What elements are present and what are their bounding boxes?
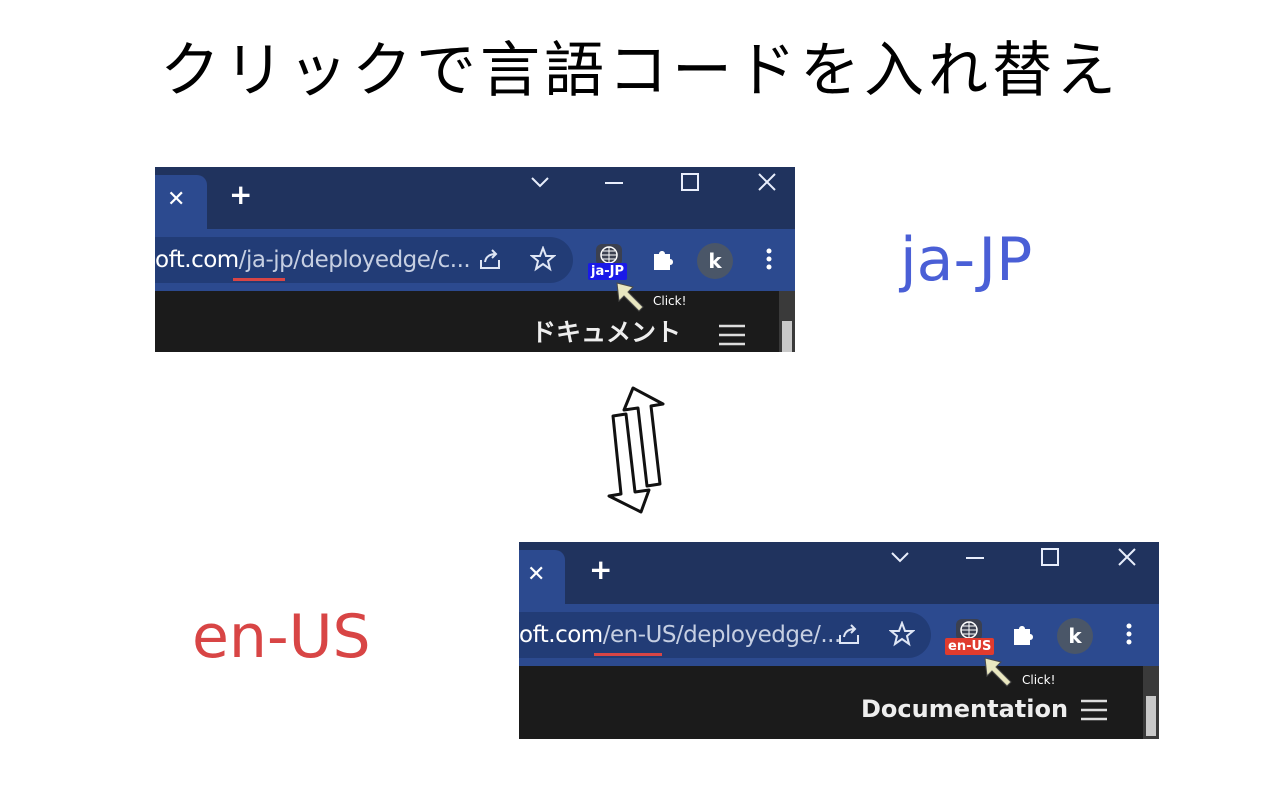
page-title: クリックで言語コードを入れ替え — [160, 36, 1120, 106]
maximize-icon[interactable] — [1039, 546, 1061, 568]
chevron-down-icon[interactable] — [889, 546, 911, 568]
maximize-icon[interactable] — [679, 171, 701, 193]
kebab-menu-icon[interactable] — [1119, 621, 1139, 647]
language-label-ja: ja-JP — [900, 225, 1033, 295]
close-icon[interactable] — [1116, 546, 1138, 568]
puzzle-icon[interactable] — [650, 246, 676, 272]
page-content: ドキュメント — [155, 291, 795, 352]
url-path: /ja-jp/deployedge/c... — [238, 247, 471, 273]
avatar[interactable]: k — [1057, 618, 1093, 654]
tab-strip: ✕ + — [519, 542, 1159, 604]
mouse-cursor-icon — [616, 282, 644, 312]
active-tab[interactable]: ✕ — [155, 175, 207, 229]
new-tab-button[interactable]: + — [589, 556, 612, 584]
browser-screenshot-ja: ✕ + oft.com/ja-jp/deployedge/c... ja-JP … — [155, 167, 795, 352]
language-badge[interactable]: en-US — [945, 638, 995, 655]
scrollbar[interactable] — [779, 291, 795, 352]
url-path: /en-US/deployedge/... — [602, 622, 842, 648]
url-host: oft.com — [519, 622, 603, 648]
mouse-cursor-icon — [984, 657, 1012, 687]
star-icon[interactable] — [889, 621, 915, 647]
chevron-down-icon[interactable] — [529, 171, 551, 193]
new-tab-button[interactable]: + — [229, 181, 252, 209]
tab-close-icon[interactable]: ✕ — [527, 564, 545, 586]
browser-screenshot-en: ✕ + oft.com/en-US/deployedge/... en-US k… — [519, 542, 1159, 739]
star-icon[interactable] — [530, 246, 556, 272]
tab-strip: ✕ + — [155, 167, 795, 229]
swap-arrows-icon — [607, 386, 665, 514]
share-icon[interactable] — [477, 246, 503, 272]
kebab-menu-icon[interactable] — [759, 246, 779, 272]
click-hint: Click! — [1022, 673, 1056, 687]
language-label-en: en-US — [192, 602, 371, 672]
address-bar[interactable]: oft.com/ja-jp/deployedge/c... — [155, 237, 573, 283]
tab-close-icon[interactable]: ✕ — [167, 189, 185, 211]
active-tab[interactable]: ✕ — [519, 550, 565, 604]
doc-title[interactable]: Documentation — [861, 695, 1068, 723]
language-badge[interactable]: ja-JP — [588, 263, 627, 280]
scrollbar-thumb[interactable] — [1146, 696, 1156, 736]
doc-title[interactable]: ドキュメント — [531, 313, 681, 349]
scrollbar[interactable] — [1143, 666, 1159, 739]
hamburger-menu-icon[interactable] — [1079, 698, 1109, 722]
locale-underline — [233, 278, 285, 281]
close-icon[interactable] — [756, 171, 778, 193]
url-text[interactable]: oft.com/en-US/deployedge/... — [519, 622, 841, 648]
minimize-icon[interactable] — [603, 171, 625, 193]
scrollbar-thumb[interactable] — [782, 321, 792, 352]
puzzle-icon[interactable] — [1010, 621, 1036, 647]
url-text[interactable]: oft.com/ja-jp/deployedge/c... — [155, 247, 471, 273]
locale-underline — [594, 653, 662, 656]
address-bar[interactable]: oft.com/en-US/deployedge/... — [519, 612, 931, 658]
click-hint: Click! — [653, 294, 687, 308]
toolbar: oft.com/en-US/deployedge/... en-US k — [519, 604, 1159, 666]
url-host: oft.com — [155, 247, 239, 273]
avatar[interactable]: k — [697, 243, 733, 279]
toolbar: oft.com/ja-jp/deployedge/c... ja-JP k — [155, 229, 795, 291]
page-content: Documentation — [519, 666, 1159, 739]
share-icon[interactable] — [836, 621, 862, 647]
minimize-icon[interactable] — [964, 546, 986, 568]
hamburger-menu-icon[interactable] — [717, 323, 747, 347]
